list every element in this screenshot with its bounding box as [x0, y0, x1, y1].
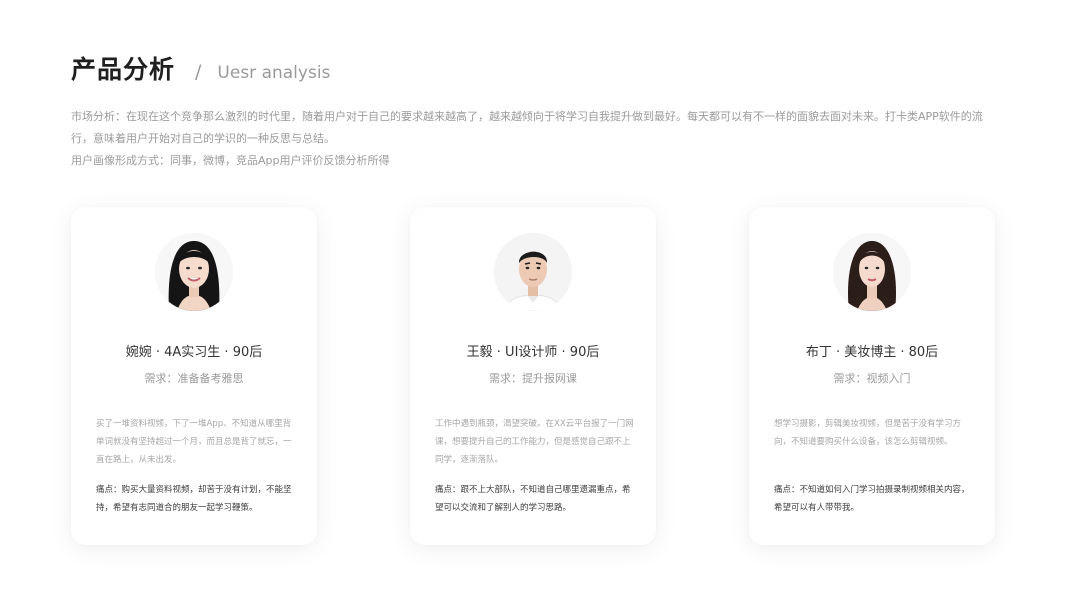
persona-pain-point: 痛点：购买大量资料视频，却苦于没有计划，不能坚持，希望有志同道合的朋友一起学习鞭… [96, 485, 292, 513]
page-header: 产品分析 / Uesr analysis [71, 50, 330, 86]
page-title: 产品分析 [71, 55, 176, 84]
market-analysis-text: 市场分析：在现在这个竞争那么激烈的时代里，随着用户对于自己的要求越来越高了，越来… [71, 110, 983, 145]
page-subtitle: Uesr analysis [217, 63, 331, 83]
avatar [155, 233, 233, 311]
persona-card-wanwan: 婉婉 · 4A实习生 · 90后 需求：准备备考雅思 买了一堆资料视频，下了一堆… [71, 207, 317, 545]
persona-pain-point: 痛点：不知道如何入门学习拍摄录制视频相关内容，希望可以有人带带我。 [774, 485, 970, 513]
female-avatar-icon [155, 233, 233, 311]
intro-text: 市场分析：在现在这个竞争那么激烈的时代里，随着用户对于自己的要求越来越高了，越来… [71, 106, 1001, 172]
persona-description: 工作中遇到瓶颈，渴望突破。在XX云平台报了一门网课，想要提升自己的工作能力，但是… [435, 419, 634, 465]
persona-description: 买了一堆资料视频，下了一堆App、不知道从哪里背单词就没有坚持超过一个月，而且总… [96, 419, 292, 465]
persona-name: 王毅 · UI设计师 · 90后 [466, 345, 600, 360]
title-separator: / [195, 61, 202, 83]
avatar [833, 233, 911, 311]
persona-description: 想学习摄影，剪辑美妆视频，但是苦于没有学习方向，不知道要购买什么设备，该怎么剪辑… [774, 419, 962, 447]
avatar [494, 233, 572, 311]
male-avatar-icon [494, 233, 572, 311]
persona-card-buding: 布丁 · 美妆博主 · 80后 需求：视频入门 想学习摄影，剪辑美妆视频，但是苦… [749, 207, 995, 545]
persona-name: 布丁 · 美妆博主 · 80后 [805, 345, 939, 360]
female-avatar-icon [833, 233, 911, 311]
persona-name: 婉婉 · 4A实习生 · 90后 [125, 345, 263, 360]
persona-need: 需求：视频入门 [833, 372, 911, 385]
persona-method-text: 用户画像形成方式：同事，微博，竞品App用户评价反馈分析所得 [71, 154, 390, 167]
persona-need: 需求：准备备考雅思 [144, 372, 244, 385]
persona-need: 需求：提升报网课 [489, 372, 577, 385]
user-analysis-page: 产品分析 / Uesr analysis 市场分析：在现在这个竞争那么激烈的时代… [0, 0, 1067, 600]
persona-pain-point: 痛点：跟不上大部队，不知道自己哪里遗漏重点，希望可以交流和了解别人的学习思路。 [435, 485, 631, 513]
persona-card-wangyi: 王毅 · UI设计师 · 90后 需求：提升报网课 工作中遇到瓶颈，渴望突破。在… [410, 207, 656, 545]
